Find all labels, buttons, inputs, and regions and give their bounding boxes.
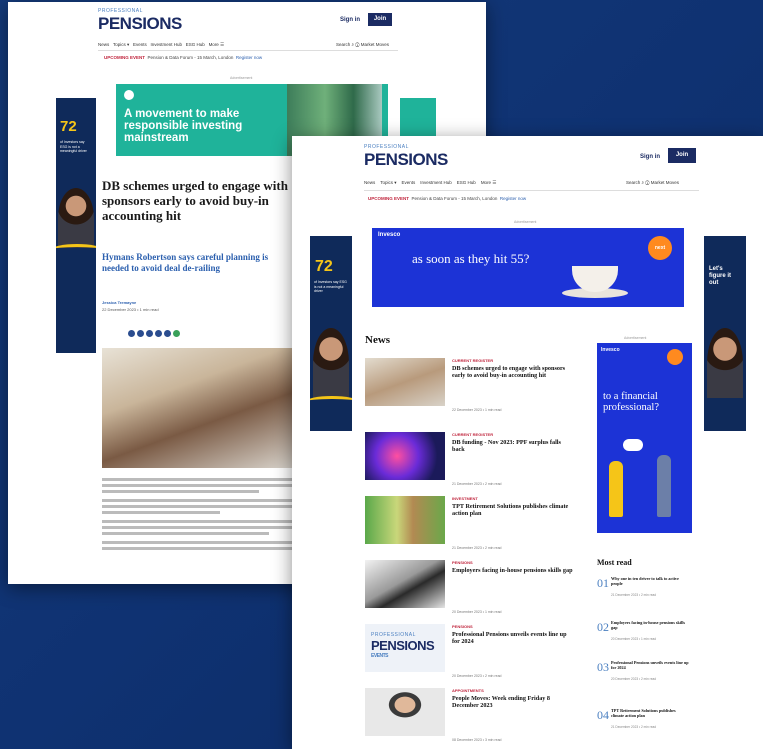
advertisement-label: Advertisement [230, 76, 253, 80]
article-body-text [102, 478, 298, 553]
news-page-screenshot: PROFESSIONAL PENSIONS Sign in Join News … [292, 136, 763, 749]
brand-icon [124, 90, 134, 100]
news-item[interactable]: CURRENT REGISTER DB schemes urged to eng… [365, 358, 575, 414]
join-button[interactable]: Join [368, 13, 392, 26]
news-item[interactable]: CURRENT REGISTER DB funding - Nov 2023: … [365, 432, 575, 488]
next-badge: next [648, 236, 672, 260]
news-thumbnail [365, 358, 445, 406]
nav-search[interactable]: Search ⌕ ⓘ Market Moves [336, 42, 389, 47]
nav-search[interactable]: Search ⌕ ⓘ Market Moves [626, 180, 679, 185]
nav-item-investment-hub[interactable]: Investment Hub [420, 180, 452, 185]
share-email-icon[interactable] [128, 330, 135, 337]
article-title: DB schemes urged to engage with sponsors… [102, 178, 288, 223]
divider [364, 190, 699, 191]
advertisement-label: Advertisement [514, 220, 537, 224]
nav-item-topics[interactable]: Topics ▾ [380, 180, 396, 185]
register-link[interactable]: Register now [236, 55, 262, 60]
sign-in-link[interactable]: Sign in [340, 17, 360, 23]
person-illustration [657, 455, 671, 517]
nav-item-esg-hub[interactable]: ESG Hub [186, 42, 205, 47]
news-item[interactable]: PROFESSIONAL PENSIONS EVENTS PENSIONS Pr… [365, 624, 575, 680]
news-thumbnail: PROFESSIONAL PENSIONS EVENTS [365, 624, 445, 672]
share-linkedin-icon[interactable] [155, 330, 162, 337]
share-print-icon[interactable] [164, 330, 171, 337]
ad-swoosh [56, 244, 96, 255]
news-thumbnail [365, 496, 445, 544]
events-logo: PROFESSIONAL PENSIONS EVENTS [371, 632, 435, 659]
portrait-image [707, 328, 743, 398]
person-illustration [609, 461, 623, 517]
upcoming-event-bar: UPCOMING EVENT Pension & Data Forum - 15… [104, 55, 263, 60]
nav-item-investment-hub[interactable]: Investment Hub [151, 42, 183, 47]
nav-item-more[interactable]: More ☰ [481, 180, 497, 185]
main-nav: News Topics ▾ Events Investment Hub ESG … [98, 42, 224, 48]
article-date: 22 December 2023 • 1 min read [102, 307, 159, 312]
invesco-ad-banner[interactable]: Invesco as soon as they hit 55? next [372, 228, 684, 307]
article-author[interactable]: Jessica Tremayne [102, 300, 136, 305]
news-item[interactable]: APPOINTMENTS People Moves: Week ending F… [365, 688, 575, 744]
most-read-title: Most read [597, 558, 632, 567]
share-twitter-icon[interactable] [146, 330, 153, 337]
right-skyscraper-ad[interactable]: Let's figure it out [704, 236, 746, 431]
speech-bubble-icon [623, 439, 643, 451]
share-facebook-icon[interactable] [137, 330, 144, 337]
site-logo[interactable]: PROFESSIONAL PENSIONS [364, 144, 448, 170]
left-skyscraper-ad[interactable]: 72 of Investors say ESG is not a meaning… [56, 98, 96, 353]
nav-item-more[interactable]: More ☰ [209, 42, 225, 47]
invesco-side-ad[interactable]: Invesco to a financial professional? [597, 343, 692, 533]
divider [98, 50, 398, 51]
advertisement-label: Advertisement [624, 336, 647, 340]
news-thumbnail [365, 432, 445, 480]
sign-in-link[interactable]: Sign in [640, 154, 660, 160]
next-badge [667, 349, 683, 365]
nav-item-news[interactable]: News [98, 42, 109, 47]
nav-item-topics[interactable]: Topics ▾ [113, 42, 129, 47]
upcoming-event-bar: UPCOMING EVENT Pension & Data Forum - 15… [368, 196, 527, 201]
news-thumbnail [365, 688, 445, 736]
share-whatsapp-icon[interactable] [173, 330, 180, 337]
share-icons [128, 324, 182, 342]
site-logo[interactable]: PROFESSIONAL PENSIONS [98, 8, 182, 34]
article-subtitle: Hymans Robertson says careful planning i… [102, 252, 269, 273]
nav-item-esg-hub[interactable]: ESG Hub [457, 180, 476, 185]
nav-item-events[interactable]: Events [401, 180, 415, 185]
nav-item-events[interactable]: Events [133, 42, 147, 47]
portrait-image [58, 188, 94, 248]
main-nav: News Topics ▾ Events Investment Hub ESG … [364, 180, 496, 186]
register-link[interactable]: Register now [500, 196, 526, 201]
join-button[interactable]: Join [668, 148, 696, 163]
left-skyscraper-ad[interactable]: 72 of Investors say ESG is not a meaning… [310, 236, 352, 431]
news-item[interactable]: PENSIONS Employers facing in-house pensi… [365, 560, 575, 616]
news-section-title: News [365, 334, 391, 346]
ad-swoosh [310, 396, 352, 407]
article-photo-handshake [102, 348, 294, 468]
portrait-image [313, 328, 349, 398]
nav-item-news[interactable]: News [364, 180, 375, 185]
news-item[interactable]: INVESTMENT TPT Retirement Solutions publ… [365, 496, 575, 552]
news-thumbnail [365, 560, 445, 608]
